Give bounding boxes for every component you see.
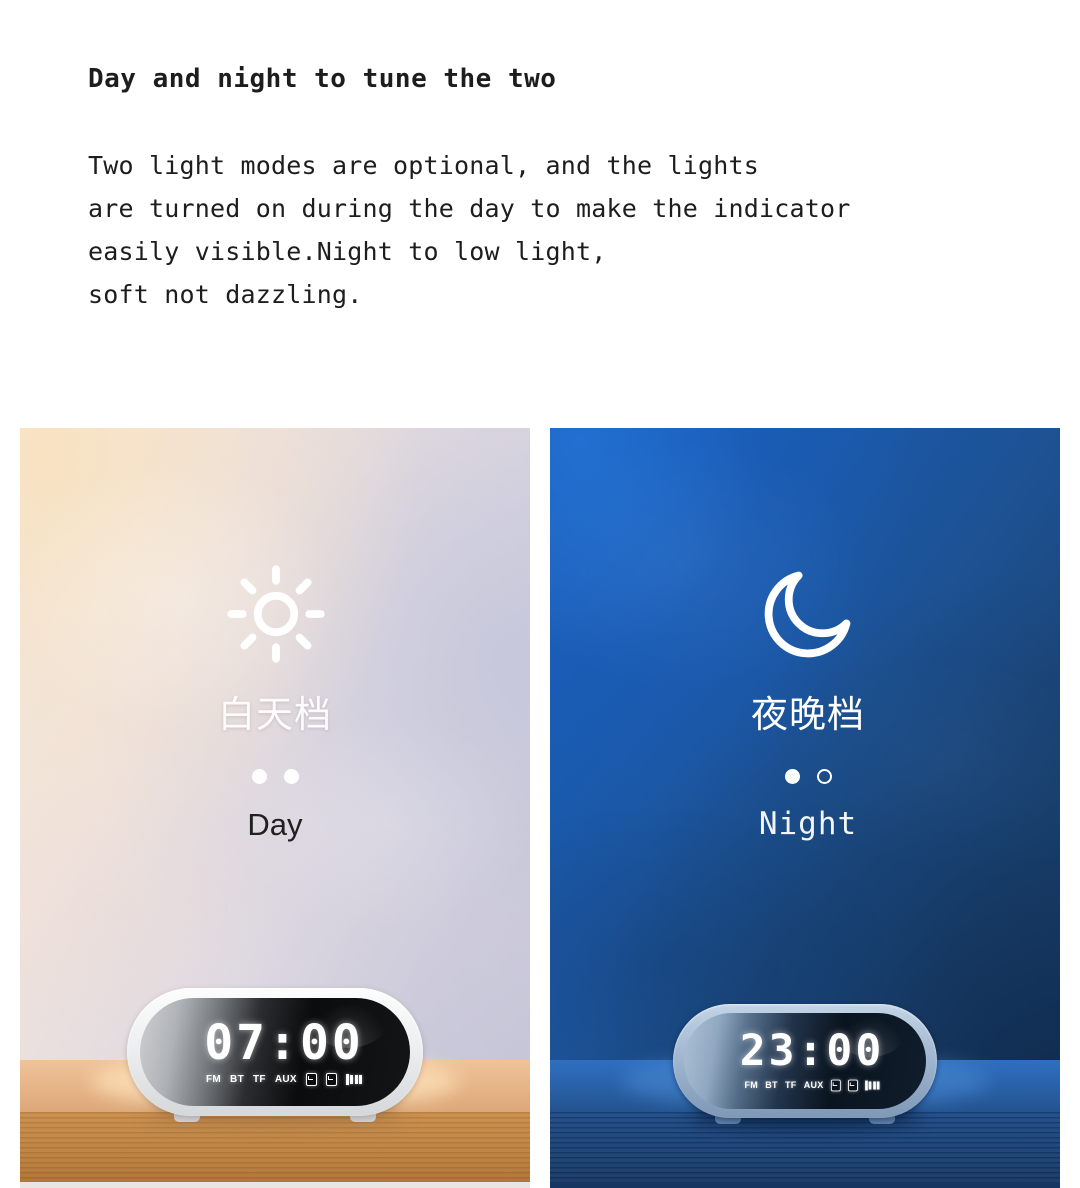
body-copy-line-3: easily visible.Night to low light, [88,237,607,266]
day-device-body: 07:00 FM BT TF AUX [127,988,423,1116]
night-device-body: 23:00 FM BT TF AUX [673,1004,937,1118]
day-clock-time: 07:00 [204,1014,364,1071]
marketing-copy: Day and night to tune the two Two light … [88,62,1028,316]
alarm-icon [305,1072,317,1086]
night-display: 23:00 FM BT TF AUX [684,1013,926,1109]
night-display-indicators: FM BT TF AUX [744,1079,880,1092]
indicator-dot-filled [784,769,800,784]
night-mode-panel: 夜晚档 Night 23:00 FM BT TF AUX [550,428,1060,1188]
day-mode-label-en: Day [247,807,303,842]
day-mode-panel: 白天档 Day 07:00 FM BT TF AUX [20,428,530,1188]
day-mode-block: 白天档 Day [20,562,530,840]
body-copy: Two light modes are optional, and the li… [88,144,1028,316]
indicator-dot-hollow [816,769,832,784]
moon-icon [764,571,851,658]
indicator-aux: AUX [803,1080,824,1091]
alarm-icon [325,1072,337,1086]
day-alarm-clock-speaker: 07:00 FM BT TF AUX [127,988,423,1128]
night-mode-indicator-dots [784,769,832,784]
indicator-bt: BT [230,1073,244,1085]
sun-icon [227,565,325,663]
alarm-icon [847,1079,858,1092]
day-display-indicators: FM BT TF AUX [206,1072,362,1086]
night-alarm-clock-speaker: 23:00 FM BT TF AUX [673,1004,937,1130]
battery-icon [864,1080,880,1091]
indicator-tf: TF [784,1080,797,1091]
indicator-dot-filled [251,769,267,784]
day-mode-indicator-dots [251,769,299,784]
body-copy-line-2: are turned on during the day to make the… [88,194,851,223]
battery-icon [345,1073,362,1085]
indicator-fm: FM [206,1073,222,1085]
mode-comparison-gallery: 白天档 Day 07:00 FM BT TF AUX 夜晚档 Night 23:… [0,428,1080,1188]
indicator-bt: BT [765,1080,778,1091]
night-desk-baseline [550,1182,1060,1188]
body-copy-line-1: Two light modes are optional, and the li… [88,151,760,180]
night-mode-label-cn: 夜晚档 [751,693,865,736]
indicator-dot-filled [283,769,299,784]
day-desk-baseline [20,1182,530,1188]
indicator-aux: AUX [274,1073,297,1085]
day-display: 07:00 FM BT TF AUX [140,998,410,1106]
body-copy-line-4: soft not dazzling. [88,280,363,309]
indicator-tf: TF [252,1073,266,1085]
day-mode-label-cn: 白天档 [218,693,332,736]
night-clock-time: 23:00 [739,1026,885,1076]
headline: Day and night to tune the two [88,64,557,94]
day-device-screen: 07:00 FM BT TF AUX [140,998,410,1106]
night-device-screen: 23:00 FM BT TF AUX [684,1013,926,1109]
night-mode-label-en: Night [758,806,858,842]
indicator-fm: FM [744,1080,759,1091]
night-mode-block: 夜晚档 Night [550,562,1060,840]
alarm-icon [830,1079,841,1092]
